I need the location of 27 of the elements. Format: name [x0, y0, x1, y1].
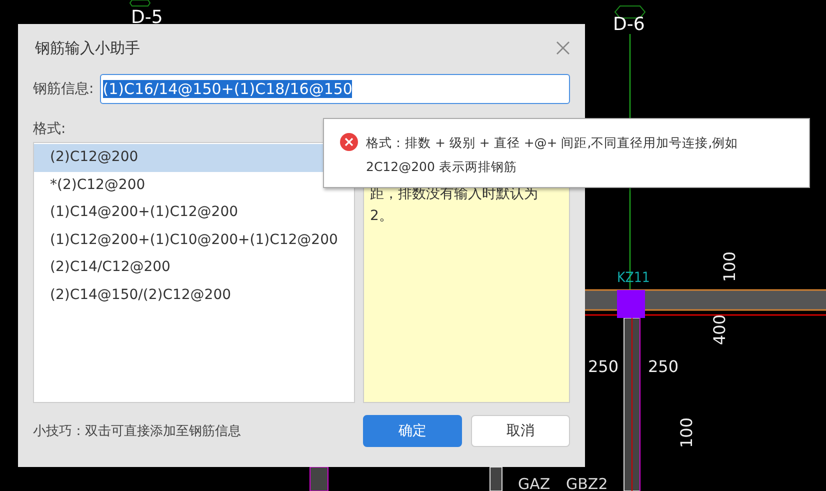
- dimension-text: 400: [710, 314, 729, 345]
- axis-label: D-6: [613, 14, 645, 35]
- axis-label: D-5: [131, 7, 163, 28]
- wall-label: GBZ2: [566, 475, 608, 491]
- list-item[interactable]: (2)C14@150/(2)C12@200: [34, 282, 354, 309]
- section-label: 格式:: [33, 120, 66, 139]
- field-label: 钢筋信息:: [33, 80, 94, 98]
- input-field[interactable]: (1)C16/14@150+(1)C18/16@150: [100, 74, 570, 104]
- confirm-button[interactable]: 确定: [363, 415, 462, 447]
- description-text: 2。: [370, 207, 394, 226]
- axis-marker-icon: [614, 6, 646, 18]
- dimension-text: 250: [588, 357, 619, 376]
- dialog-title: 钢筋输入小助手: [34, 38, 140, 58]
- tip-text: 小技巧：双击可直接添加至钢筋信息: [33, 423, 241, 440]
- dimension-text: 250: [648, 357, 679, 376]
- dimension-text: 100: [677, 417, 696, 448]
- list-item[interactable]: (1)C12@200+(1)C10@200+(1)C12@200: [34, 226, 354, 254]
- column-block: [617, 290, 645, 318]
- axis-marker-icon: [129, 0, 151, 6]
- list-item[interactable]: (1)C14@200+(1)C12@200: [34, 199, 354, 226]
- list-item[interactable]: (2)C14/C12@200: [34, 254, 354, 282]
- dimension-text: 100: [720, 251, 739, 282]
- tooltip-text: 格式：排数 + 级别 + 直径 +@+ 间距,不同直径用加号连接,例如 2C12@200 表示两排钢筋: [366, 134, 740, 176]
- cancel-button[interactable]: 取消: [471, 415, 570, 447]
- error-icon: [340, 133, 358, 151]
- wall-label: GAZ: [518, 475, 550, 491]
- close-icon[interactable]: [556, 41, 570, 55]
